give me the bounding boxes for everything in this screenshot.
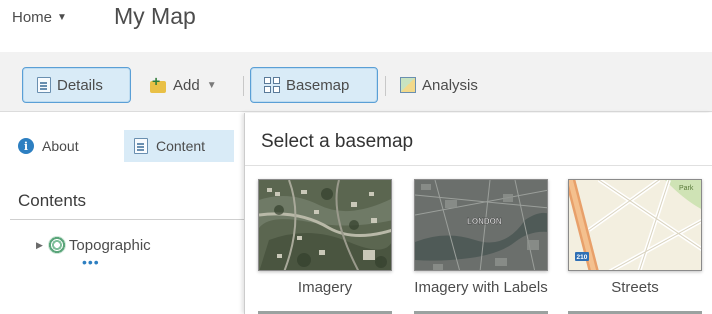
divider — [10, 219, 244, 220]
details-button[interactable]: Details — [22, 67, 131, 103]
imagery-with-labels-thumbnail: LONDON — [414, 179, 548, 271]
map-label-text: Park — [679, 185, 694, 192]
layer-item-topographic[interactable]: ▶ Topographic — [36, 234, 151, 256]
basemap-option-imagery[interactable]: Imagery — [258, 179, 392, 297]
document-icon — [134, 138, 148, 154]
document-icon — [37, 77, 51, 93]
basemap-gallery: Select a basemap Imagery LONDON Imagery … — [244, 113, 712, 314]
home-menu[interactable]: Home ▼ — [12, 9, 67, 26]
title-bar: Home ▼ My Map — [0, 0, 712, 44]
map-label-text: LONDON — [467, 217, 502, 226]
layer-name: Topographic — [68, 236, 151, 254]
basemap-button[interactable]: Basemap — [250, 67, 378, 103]
analysis-label: Analysis — [422, 76, 478, 94]
basemap-option-imagery-with-labels[interactable]: LONDON Imagery with Labels — [414, 179, 548, 297]
expand-arrow-icon[interactable]: ▶ — [36, 240, 43, 251]
details-label: Details — [57, 76, 103, 94]
tab-content-label: Content — [156, 138, 206, 154]
map-title: My Map — [114, 3, 196, 29]
map-label-text: 210 — [577, 254, 588, 261]
imagery-thumbnail — [258, 179, 392, 271]
divider — [245, 165, 712, 166]
basemap-label: Imagery — [297, 279, 353, 296]
caret-down-icon: ▼ — [57, 12, 67, 23]
caret-down-icon: ▼ — [206, 79, 217, 91]
analysis-button[interactable]: Analysis — [400, 67, 520, 103]
basemap-grid-icon — [264, 77, 280, 93]
basemap-layer-icon — [47, 236, 66, 254]
add-layer-icon — [149, 73, 167, 93]
add-label: Add — [173, 76, 200, 94]
toolbar-divider — [385, 76, 386, 96]
gallery-title: Select a basemap — [261, 131, 414, 152]
analysis-icon — [400, 77, 416, 93]
info-icon: i — [18, 138, 34, 154]
layer-options-button[interactable]: ••• — [82, 254, 100, 270]
home-label: Home — [12, 9, 53, 26]
streets-thumbnail: Park 210 — [568, 179, 702, 271]
contents-heading: Contents — [18, 191, 87, 210]
tab-about[interactable]: i About — [12, 130, 112, 162]
add-button[interactable]: Add ▼ — [148, 67, 238, 103]
tab-about-label: About — [42, 138, 79, 154]
basemap-option-streets[interactable]: Park 210 Streets — [568, 179, 702, 297]
toolbar: Details Add ▼ Basemap Analysis — [0, 52, 712, 112]
basemap-label: Basemap — [286, 76, 350, 94]
basemap-label: Streets — [611, 279, 659, 296]
tab-content[interactable]: Content — [124, 130, 234, 162]
basemap-label: Imagery with Labels — [414, 279, 548, 296]
details-panel: i About Content Contents ▶ Topographic •… — [0, 113, 244, 314]
toolbar-divider — [243, 76, 244, 96]
